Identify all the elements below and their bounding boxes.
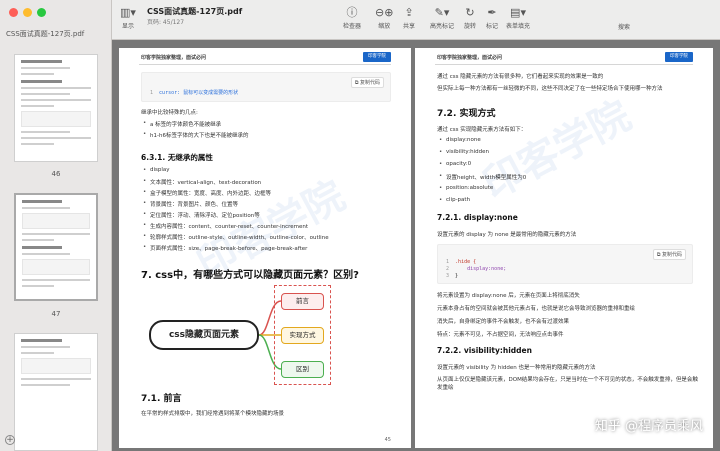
mindmap-node: 实现方式 [281,327,324,344]
list-item: opacity:0 [439,161,471,167]
zoom-icon: ⊖⊕ [375,6,394,19]
page-thumbnail-47[interactable] [14,193,98,301]
section-heading: 7.2. 实现方式 [437,109,496,119]
thumbnail-label: 46 [51,170,61,178]
form-icon: ▤▾ [510,6,526,19]
sidebar-icon: ▥▾ [120,6,136,19]
share-button[interactable]: ⇪ 共享 [403,6,415,30]
sidebar-toggle-button[interactable]: ▥▾ 显示 [120,6,136,30]
page-header: 印客学院独家整理，面试必问 [437,55,503,61]
watermark-overlay: 知乎 @程序员乘风 [594,419,703,434]
list-item: 设置height、width模型属性为0 [439,173,526,181]
pdf-page-46: 印客学院 印客学院独家整理，面试必问 印客学院 通过 css 隐藏元素的方法有很… [415,48,713,448]
highlight-button[interactable]: ✎▾ 高亮标记 [430,6,454,30]
mindmap-root: css隐藏页面元素 [149,320,259,350]
toolbar: ▥▾ 显示 CSS面试真题-127页.pdf 页码: 45/127 ⓘ 检查器 … [112,0,720,40]
highlighter-icon: ✎▾ [434,6,450,19]
thumbnail-label: 47 [51,310,61,318]
sidebar: CSS面试真题-127页.pdf 46 47 + [0,0,112,451]
inspector-button[interactable]: ⓘ 检查器 [343,6,361,30]
add-icon[interactable]: + [5,435,15,445]
zoom-window-button[interactable] [37,8,46,17]
list-item: position:absolute [439,185,493,191]
info-icon: ⓘ [346,6,358,19]
form-fill-button[interactable]: ▤▾ 表单填充 [506,6,530,30]
minimize-window-button[interactable] [23,8,32,17]
page-thumbnail-46[interactable] [14,54,98,162]
share-icon: ⇪ [404,6,414,19]
brand-logo: 印客学院 [665,52,693,62]
window-controls [9,8,46,17]
mindmap-connectors [258,300,282,370]
pen-icon: ✒ [487,6,497,19]
page-thumbnail-48[interactable] [14,333,98,451]
list-item: visibility:hidden [439,149,489,155]
mindmap-node: 前言 [281,293,324,310]
doc-title: CSS面试真题-127页.pdf [147,7,243,16]
close-window-button[interactable] [9,8,18,17]
zoom-button[interactable]: ⊖⊕ 缩放 [375,6,393,30]
rotate-icon: ↻ [465,6,475,19]
document-area[interactable]: 印客学院 印客学院独家整理，面试必问 印客学院 ⧉ 复制代码 1 cursor:… [112,40,720,451]
page-number: 45 [384,437,391,443]
mindmap-node: 区别 [281,361,324,378]
list-item: display:none [439,137,481,143]
sidebar-doc-title: CSS面试真题-127页.pdf [6,30,85,38]
markup-button[interactable]: ✒ 标记 [486,6,498,30]
section-heading: 7.2.2. visibility:hidden [437,346,532,355]
list-item: clip-path [439,197,470,203]
section-heading: 7.2.1. display:none [437,213,518,222]
code-block: ⧉ 复制代码 1 .hide { 2 display:none; 3 } [437,244,693,284]
pdf-page-45: 印客学院 印客学院独家整理，面试必问 印客学院 ⧉ 复制代码 1 cursor:… [119,48,411,448]
search-field-label[interactable]: 搜索 [618,22,630,31]
copy-code-button[interactable]: ⧉ 复制代码 [652,249,686,260]
rotate-button[interactable]: ↻ 旋转 [464,6,476,30]
page-indicator: 页码: 45/127 [147,19,185,26]
section-heading: 7.1. 前言 [141,394,182,404]
